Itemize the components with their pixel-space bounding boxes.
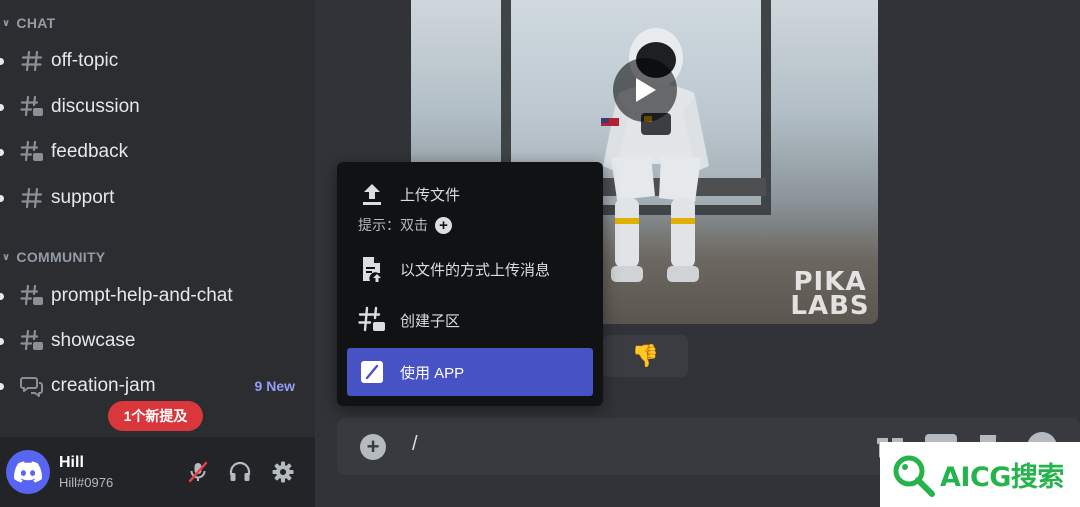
menu-item-label: 使用 APP — [400, 364, 465, 382]
menu-item-label: 创建子区 — [400, 312, 461, 330]
channel-creation-jam[interactable]: creation-jam 9 New — [0, 366, 305, 406]
channel-showcase[interactable]: showcase — [0, 321, 305, 361]
thread-channel-icon — [18, 95, 46, 119]
aicg-search-badge: AICG搜索 — [880, 442, 1080, 507]
thread-channel-icon — [18, 329, 46, 353]
unread-indicator — [0, 103, 4, 111]
username: Hill — [59, 454, 84, 471]
channel-feedback[interactable]: feedback — [0, 132, 305, 172]
user-tag: Hill#0976 — [59, 475, 114, 490]
category-chat[interactable]: ∨ CHAT — [2, 13, 55, 33]
channel-sidebar: ∨ CHAT off-topic discussion feedback sup… — [0, 0, 315, 507]
file-upload-icon — [357, 255, 387, 283]
slash-command-icon — [357, 360, 387, 384]
play-icon — [636, 78, 656, 102]
unread-indicator — [0, 57, 4, 65]
pika-labs-watermark: PIKA LABS — [790, 267, 870, 321]
composer-input-value[interactable]: / — [412, 433, 418, 456]
unread-indicator — [0, 382, 4, 390]
thread-channel-icon — [18, 284, 46, 308]
use-app-item[interactable]: 使用 APP — [347, 348, 593, 396]
menu-item-label: 上传文件 — [400, 186, 461, 204]
new-posts-badge: 9 New — [254, 378, 295, 394]
unread-indicator — [0, 194, 4, 202]
chevron-down-icon: ∨ — [2, 251, 11, 263]
unread-indicator — [0, 292, 4, 300]
astronaut-figure — [601, 28, 709, 282]
gear-icon[interactable] — [270, 459, 296, 485]
upload-file-item[interactable]: 上传文件 — [347, 170, 593, 218]
text-channel-icon — [18, 50, 46, 72]
headphones-icon[interactable] — [227, 459, 253, 485]
discord-logo-icon — [14, 461, 42, 483]
menu-item-label: 以文件的方式上传消息 — [400, 261, 551, 279]
category-community[interactable]: ∨ COMMUNITY — [2, 247, 105, 267]
channel-support[interactable]: support — [0, 178, 305, 218]
unread-indicator — [0, 337, 4, 345]
thread-channel-icon — [18, 140, 46, 164]
plus-circle-icon: + — [435, 216, 452, 234]
category-label: COMMUNITY — [16, 249, 106, 265]
chevron-down-icon: ∨ — [2, 17, 11, 29]
thumbs-down-reaction[interactable]: 👎 — [603, 335, 688, 377]
channel-name: discussion — [51, 96, 140, 117]
forum-channel-icon — [18, 374, 46, 398]
channel-prompt-help-and-chat[interactable]: prompt-help-and-chat — [0, 276, 305, 316]
thread-icon — [357, 306, 387, 334]
upload-icon — [357, 182, 387, 206]
category-label: CHAT — [16, 15, 56, 31]
channel-discussion[interactable]: discussion — [0, 87, 305, 127]
mute-microphone-icon[interactable] — [185, 459, 211, 485]
channel-name: off-topic — [51, 50, 119, 71]
aicg-search-text: AICG搜索 — [940, 462, 1064, 493]
channel-name: feedback — [51, 141, 129, 162]
new-mentions-pill[interactable]: 1个新提及 — [108, 401, 203, 431]
double-click-hint: 提示：双击 + — [358, 215, 452, 235]
unread-indicator — [0, 148, 4, 156]
hint-text: 提示：双击 — [358, 217, 428, 233]
channel-name: support — [51, 187, 115, 208]
create-thread-item[interactable]: 创建子区 — [347, 296, 593, 344]
upload-as-file-item[interactable]: 以文件的方式上传消息 — [347, 245, 593, 293]
channel-name: showcase — [51, 330, 136, 351]
avatar[interactable] — [6, 450, 50, 494]
channel-name: prompt-help-and-chat — [51, 285, 233, 306]
play-button[interactable] — [613, 58, 677, 122]
attach-menu: 上传文件 提示：双击 + 以文件的方式上传消息 创建子区 使用 APP — [337, 162, 603, 406]
channel-off-topic[interactable]: off-topic — [0, 41, 305, 81]
channel-name: creation-jam — [51, 375, 156, 396]
user-panel: Hill Hill#0976 — [0, 437, 315, 507]
text-channel-icon — [18, 187, 46, 209]
magnifier-icon — [893, 455, 935, 497]
attach-plus-button[interactable]: + — [360, 434, 386, 460]
